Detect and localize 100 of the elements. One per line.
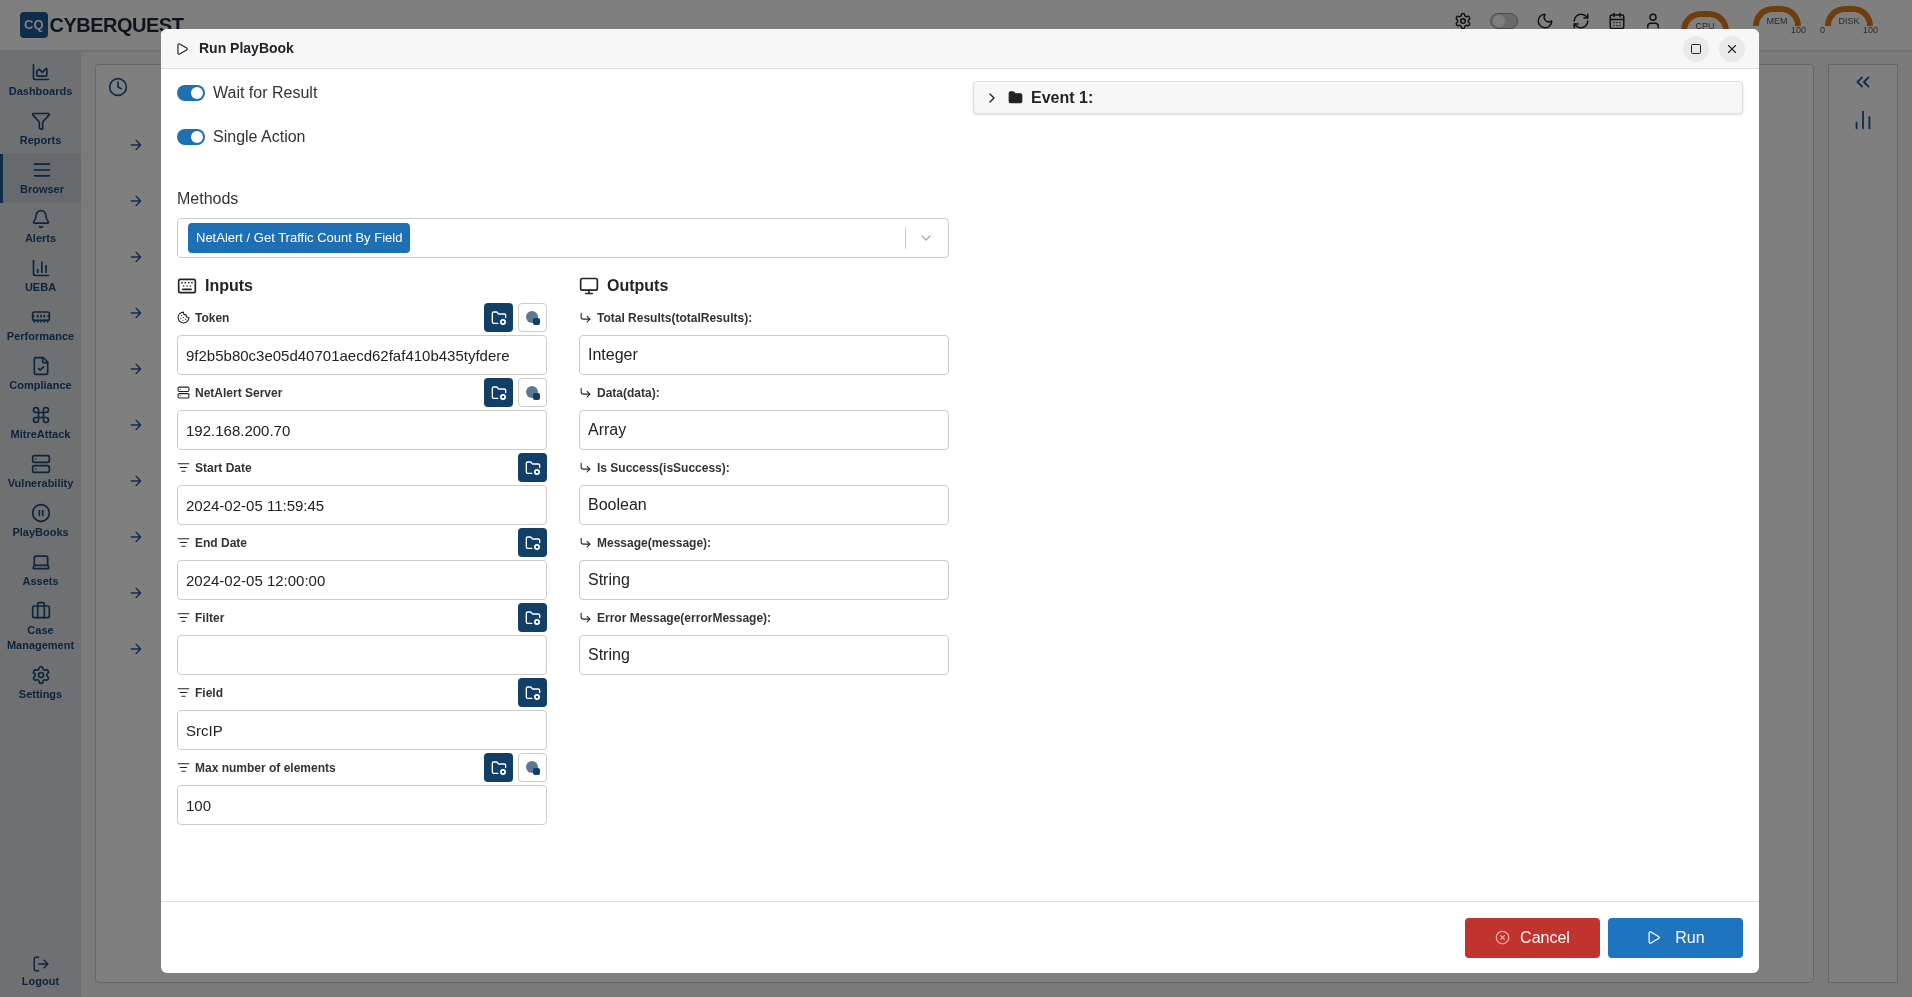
return-arrow-icon [579,461,592,474]
play-icon [175,41,189,56]
sidebar-item[interactable]: PlayBooks [0,497,81,546]
input-field[interactable]: 100 [177,785,547,825]
section-title: Inputs [205,276,253,296]
pointer-circle-icon [524,384,541,401]
logout-icon [31,954,50,973]
folder-settings-icon [524,459,541,476]
moon-icon[interactable] [1536,11,1554,30]
sidebar-item[interactable]: Assets [0,546,81,595]
gauge-label: CPU [1695,21,1715,31]
input-field[interactable]: SrcIP [177,710,547,750]
arrow-icon [128,529,144,545]
event-label: Event 1: [1031,87,1094,108]
gauge-tick: 0 [1820,26,1825,35]
toggle-switch[interactable] [177,129,205,145]
nav-icon [32,160,52,180]
modal-title: Run PlayBook [199,39,294,58]
field-label: Max number of elements [195,759,336,777]
folder-settings-icon [490,309,507,326]
pointer-button[interactable] [518,303,547,332]
nav-icon [30,62,51,82]
pointer-circle-icon [524,759,541,776]
run-button[interactable]: Run [1608,917,1743,958]
nav-icon [30,665,51,685]
sidebar-item[interactable]: Compliance [0,350,81,399]
cancel-icon [1495,930,1511,945]
field-icon [177,761,190,774]
refresh-icon[interactable] [1572,11,1590,30]
sidebar-item[interactable]: Vulnerability [0,448,81,497]
output-field[interactable]: Array [579,410,949,450]
folder-settings-button[interactable] [518,528,547,557]
section-title: Outputs [607,276,669,296]
sidebar-item[interactable]: UEBA [0,252,81,301]
play-icon [1646,930,1662,945]
nav-icon [30,454,51,474]
folder-settings-button[interactable] [518,678,547,707]
keyboard-icon [177,276,197,296]
sidebar-item[interactable]: MitreAttack [0,399,81,448]
sidebar-item[interactable]: Performance [0,301,81,350]
folder-settings-button[interactable] [484,753,513,782]
sidebar-item[interactable]: Reports [0,105,81,154]
field-label: Error Message(errorMessage): [597,609,772,627]
close-button[interactable] [1719,35,1745,62]
clock-icon [108,77,128,97]
output-field[interactable]: String [579,560,949,600]
field-icon [177,311,190,324]
input-field[interactable]: 2024-02-05 11:59:45 [177,485,547,525]
nav-icon [30,111,51,131]
folder-settings-icon [490,759,507,776]
field-label: NetAlert Server [195,384,283,402]
sidebar-item[interactable]: Settings [0,659,81,708]
pointer-button[interactable] [518,753,547,782]
maximize-button[interactable] [1683,35,1709,62]
sidebar-item[interactable]: Browser [0,154,81,203]
monitor-icon [579,276,599,296]
input-field[interactable]: 2024-02-05 12:00:00 [177,560,547,600]
folder-settings-button[interactable] [484,378,513,407]
toggle-label: Single Action [213,127,306,147]
cancel-button[interactable]: Cancel [1465,917,1600,958]
toggle-switch[interactable] [177,85,205,101]
field-icon [177,461,190,474]
folder-settings-button[interactable] [518,603,547,632]
field-label: Token [195,309,230,327]
maximize-icon [1690,42,1702,55]
pointer-button[interactable] [518,378,547,407]
output-field[interactable]: Integer [579,335,949,375]
nav-icon [30,601,51,621]
field-icon [177,536,190,549]
field-icon [177,386,190,399]
field-label: Filter [195,609,225,627]
method-tag[interactable]: NetAlert / Get Traffic Count By Field [188,223,411,253]
folder-settings-button[interactable] [518,453,547,482]
folder-settings-icon [524,684,541,701]
settings-icon[interactable] [1454,11,1472,30]
methods-select[interactable]: NetAlert / Get Traffic Count By Field [177,218,949,258]
theme-switch[interactable] [1490,12,1518,29]
input-field[interactable]: 192.168.200.70 [177,410,547,450]
methods-label: Methods [177,189,240,209]
folder-settings-button[interactable] [484,303,513,332]
output-field[interactable]: String [579,635,949,675]
logo-mark: CQ [20,12,48,38]
calendar-icon[interactable] [1608,11,1626,30]
gauge-tick: 100 [1790,26,1806,35]
user-icon[interactable] [1644,11,1662,30]
output-field[interactable]: Boolean [579,485,949,525]
arrow-icon [128,193,144,209]
field-label: End Date [195,534,247,552]
logout-item[interactable]: Logout [0,954,81,989]
return-arrow-icon [579,611,592,624]
field-label: Data(data): [597,384,660,402]
sidebar-item[interactable]: Dashboards [0,56,81,105]
return-arrow-icon [579,536,592,549]
input-field[interactable]: 9f2b5b80c3e05d40701aecd62faf410b435tyfdere [177,335,547,375]
event-panel[interactable]: Event 1: [973,81,1743,114]
folder-settings-icon [524,534,541,551]
folder-settings-icon [490,384,507,401]
sidebar-item[interactable]: Case Management [0,595,81,659]
input-field[interactable] [177,635,547,675]
sidebar-item[interactable]: Alerts [0,203,81,252]
